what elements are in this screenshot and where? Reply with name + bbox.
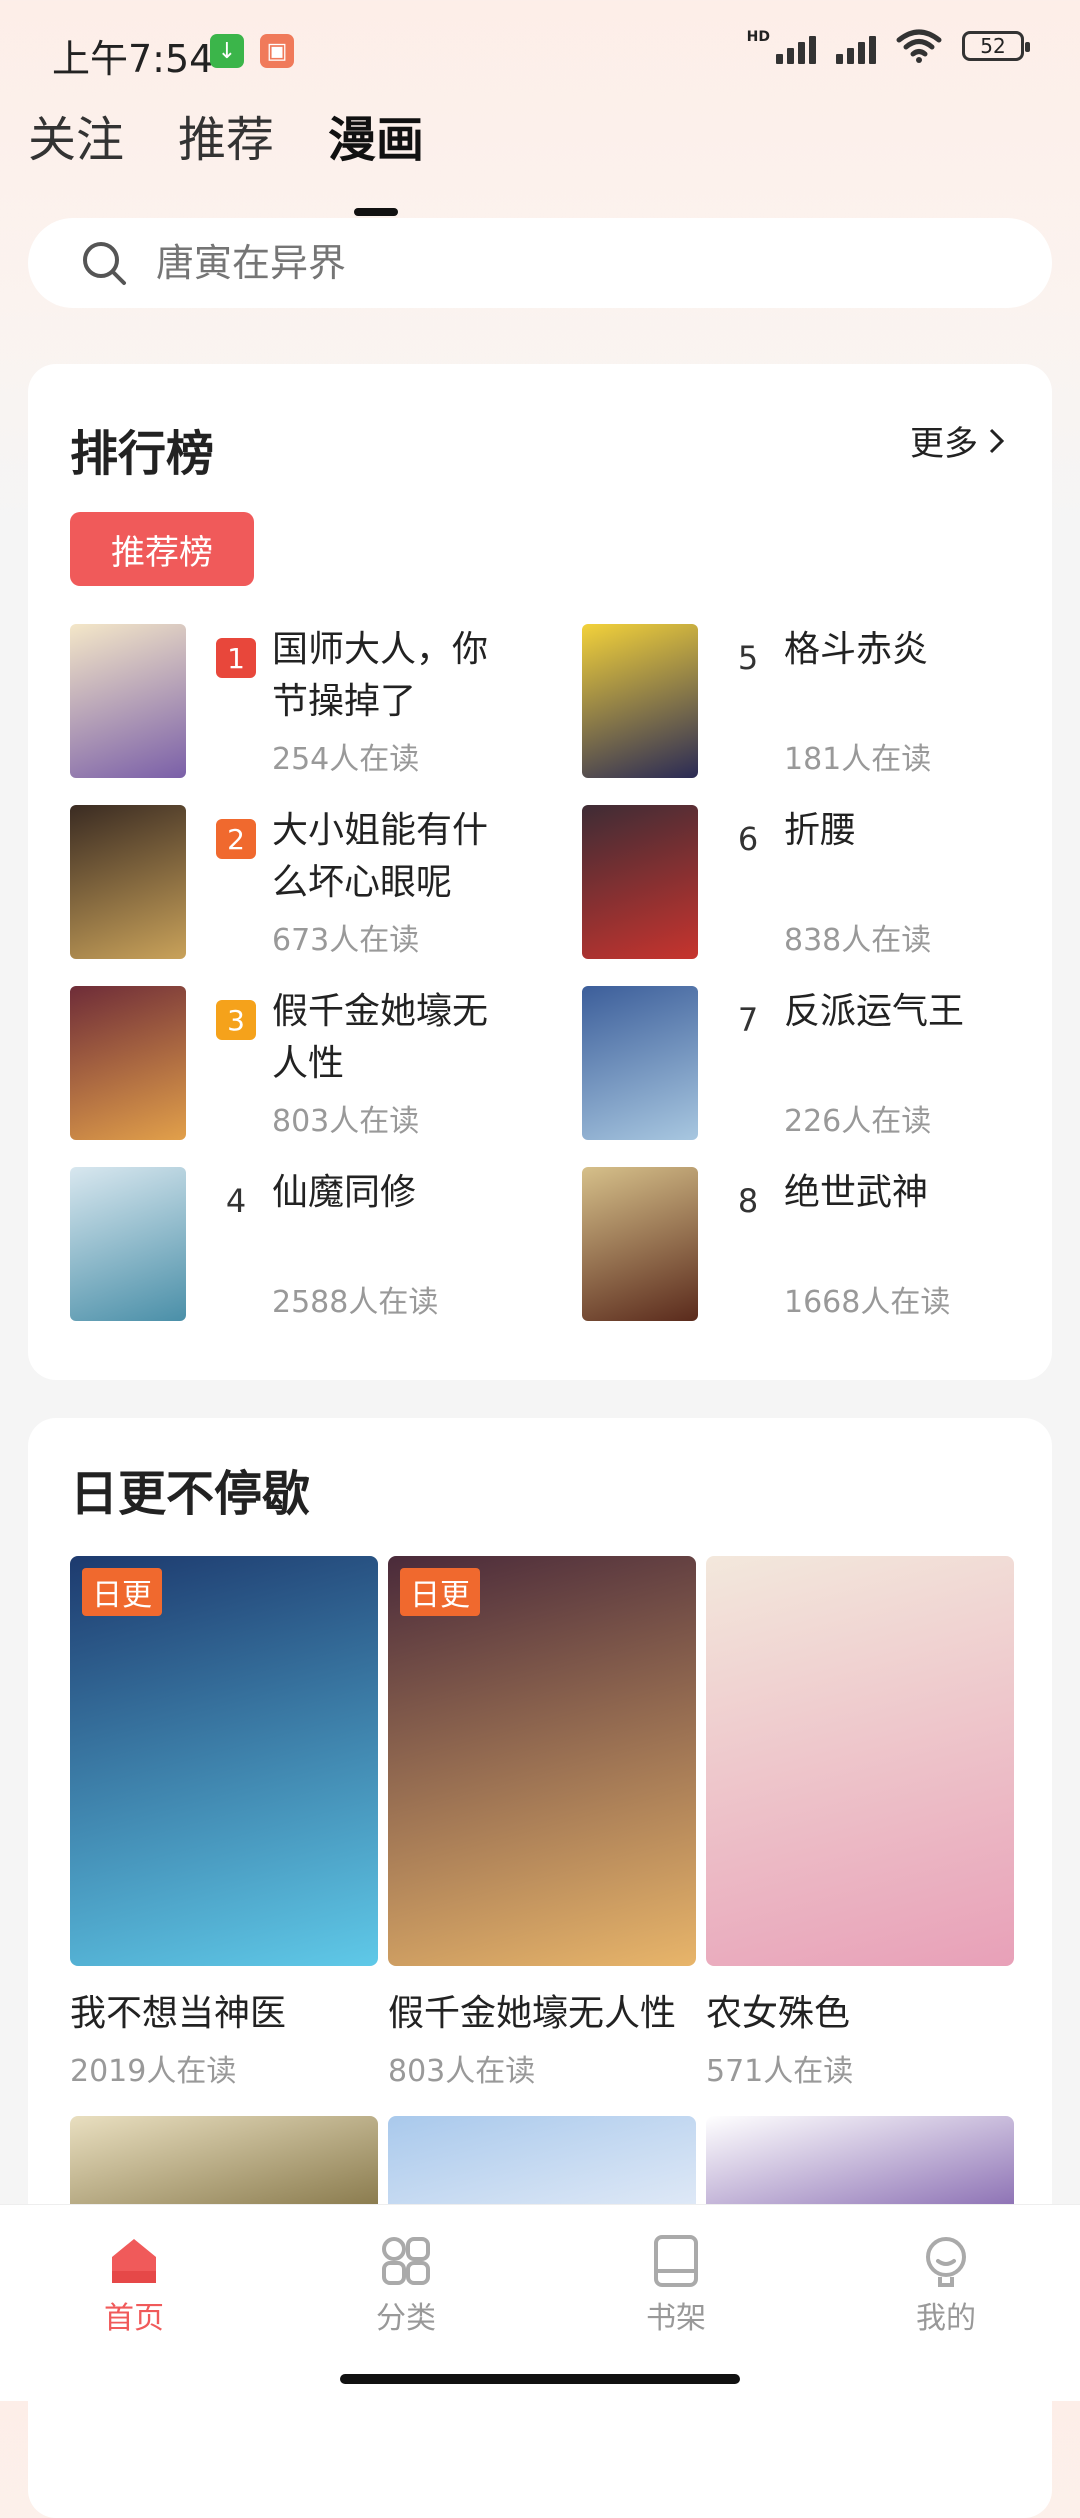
signal-icon-2 — [836, 28, 876, 64]
nav-bookshelf-label: 书架 — [646, 2301, 706, 2336]
bookshelf-icon — [654, 2235, 698, 2287]
comic-cover[interactable] — [70, 805, 186, 959]
rank-item[interactable]: 5 格斗赤炎 181人在读 — [582, 624, 1052, 778]
reader-count: 673人在读 — [272, 923, 420, 958]
daily-book[interactable]: 日更假千金她壕无人性 803人在读 — [388, 1556, 696, 2090]
rank-item[interactable]: 3 假千金她壕无人性 803人在读 — [70, 986, 540, 1140]
wifi-icon — [896, 29, 942, 63]
rank-number: 2 — [216, 819, 256, 859]
rank-number: 1 — [216, 638, 256, 678]
daily-tag: 日更 — [82, 1568, 162, 1616]
rank-item[interactable]: 8 绝世武神 1668人在读 — [582, 1167, 1052, 1321]
comic-cover[interactable]: 日更 — [70, 1556, 378, 1966]
daily-book[interactable]: 农女殊色 571人在读 — [706, 1556, 1014, 2090]
reader-count: 2019人在读 — [70, 2054, 237, 2089]
nav-home-label: 首页 — [104, 2301, 164, 2336]
search-bar[interactable] — [28, 218, 1052, 308]
rank-item[interactable]: 4 仙魔同修 2588人在读 — [70, 1167, 540, 1321]
reader-count: 226人在读 — [784, 1104, 932, 1139]
rank-item[interactable]: 6 折腰 838人在读 — [582, 805, 1052, 959]
search-icon — [83, 242, 126, 285]
rank-number: 7 — [737, 1001, 759, 1039]
tab-comics[interactable]: 漫画 — [328, 100, 424, 170]
app-notification-icon: ▣ — [260, 34, 294, 68]
nav-profile-label: 我的 — [916, 2301, 976, 2336]
rank-item[interactable]: 7 反派运气王 226人在读 — [582, 986, 1052, 1140]
chevron-right-icon — [989, 428, 1005, 453]
reader-count: 838人在读 — [784, 923, 932, 958]
status-right: HD 52 — [746, 28, 1030, 64]
search-input[interactable] — [154, 240, 958, 286]
comic-title[interactable]: 绝世武神 — [784, 1167, 1034, 1219]
comic-title[interactable]: 农女殊色 — [706, 1984, 1014, 2036]
comic-cover[interactable] — [70, 624, 186, 778]
rank-number: 8 — [737, 1182, 759, 1220]
ranking-card: 排行榜 更多 推荐榜 1 国师大人，你节操掉了 254人在读 2 大小姐能有什么坏心眼呢… — [28, 364, 1052, 1380]
home-indicator[interactable] — [340, 2374, 740, 2384]
comic-cover[interactable] — [70, 986, 186, 1140]
comic-title[interactable]: 假千金她壕无人性 — [272, 986, 522, 1090]
more-label: 更多 — [910, 424, 978, 464]
comic-cover[interactable] — [582, 624, 698, 778]
comic-title[interactable]: 反派运气王 — [784, 986, 1034, 1038]
rank-number: 6 — [737, 820, 759, 858]
comic-title[interactable]: 国师大人，你节操掉了 — [272, 624, 522, 728]
recommend-rank-chip[interactable]: 推荐榜 — [70, 512, 254, 586]
status-bar: 上午7:54 ↓ ▣ HD 52 — [0, 0, 1080, 100]
reader-count: 571人在读 — [706, 2054, 854, 2089]
daily-title: 日更不停歇 — [70, 1466, 311, 1522]
category-icon — [382, 2237, 430, 2285]
comic-cover[interactable] — [582, 805, 698, 959]
reader-count: 254人在读 — [272, 742, 420, 777]
home-icon — [112, 2239, 156, 2283]
nav-home[interactable]: 首页 — [74, 2233, 194, 2337]
comic-title[interactable]: 折腰 — [784, 805, 1034, 857]
bottom-nav: 首页 分类 书架 我的 — [0, 2204, 1080, 2401]
comic-title[interactable]: 仙魔同修 — [272, 1167, 522, 1219]
daily-tag: 日更 — [400, 1568, 480, 1616]
download-notification-icon: ↓ — [210, 34, 244, 68]
battery-icon: 52 — [962, 31, 1030, 61]
comic-cover[interactable] — [582, 986, 698, 1140]
signal-icon — [776, 28, 816, 64]
rank-number: 5 — [737, 639, 759, 677]
nav-category-label: 分类 — [376, 2301, 436, 2336]
rank-item[interactable]: 2 大小姐能有什么坏心眼呢 673人在读 — [70, 805, 540, 959]
nav-bookshelf[interactable]: 书架 — [616, 2233, 736, 2337]
comic-title[interactable]: 大小姐能有什么坏心眼呢 — [272, 805, 522, 909]
daily-book[interactable]: 日更我不想当神医 2019人在读 — [70, 1556, 378, 2090]
comic-title[interactable]: 假千金她壕无人性 — [388, 1984, 696, 2036]
comic-cover[interactable] — [706, 1556, 1014, 1966]
status-time: 上午7:54 — [52, 37, 214, 81]
top-tabs: 关注 推荐 漫画 — [28, 100, 424, 170]
comic-title[interactable]: 我不想当神医 — [70, 1984, 378, 2036]
hd-label: HD — [746, 29, 770, 45]
reader-count: 803人在读 — [272, 1104, 420, 1139]
comic-cover[interactable] — [70, 1167, 186, 1321]
reader-count: 1668人在读 — [784, 1285, 951, 1320]
rank-item[interactable]: 1 国师大人，你节操掉了 254人在读 — [70, 624, 540, 778]
nav-category[interactable]: 分类 — [346, 2233, 466, 2337]
comic-cover[interactable] — [582, 1167, 698, 1321]
reader-count: 2588人在读 — [272, 1285, 439, 1320]
nav-profile[interactable]: 我的 — [886, 2233, 1006, 2337]
tab-follow[interactable]: 关注 — [28, 100, 124, 170]
ranking-title: 排行榜 — [70, 426, 215, 482]
profile-icon — [926, 2237, 966, 2287]
rank-number: 4 — [225, 1182, 247, 1220]
comic-cover[interactable]: 日更 — [388, 1556, 696, 1966]
tab-recommend[interactable]: 推荐 — [178, 100, 274, 170]
reader-count: 181人在读 — [784, 742, 932, 777]
reader-count: 803人在读 — [388, 2054, 536, 2089]
rank-number: 3 — [216, 1000, 256, 1040]
more-link[interactable]: 更多 — [910, 416, 1006, 465]
comic-title[interactable]: 格斗赤炎 — [784, 624, 1034, 676]
